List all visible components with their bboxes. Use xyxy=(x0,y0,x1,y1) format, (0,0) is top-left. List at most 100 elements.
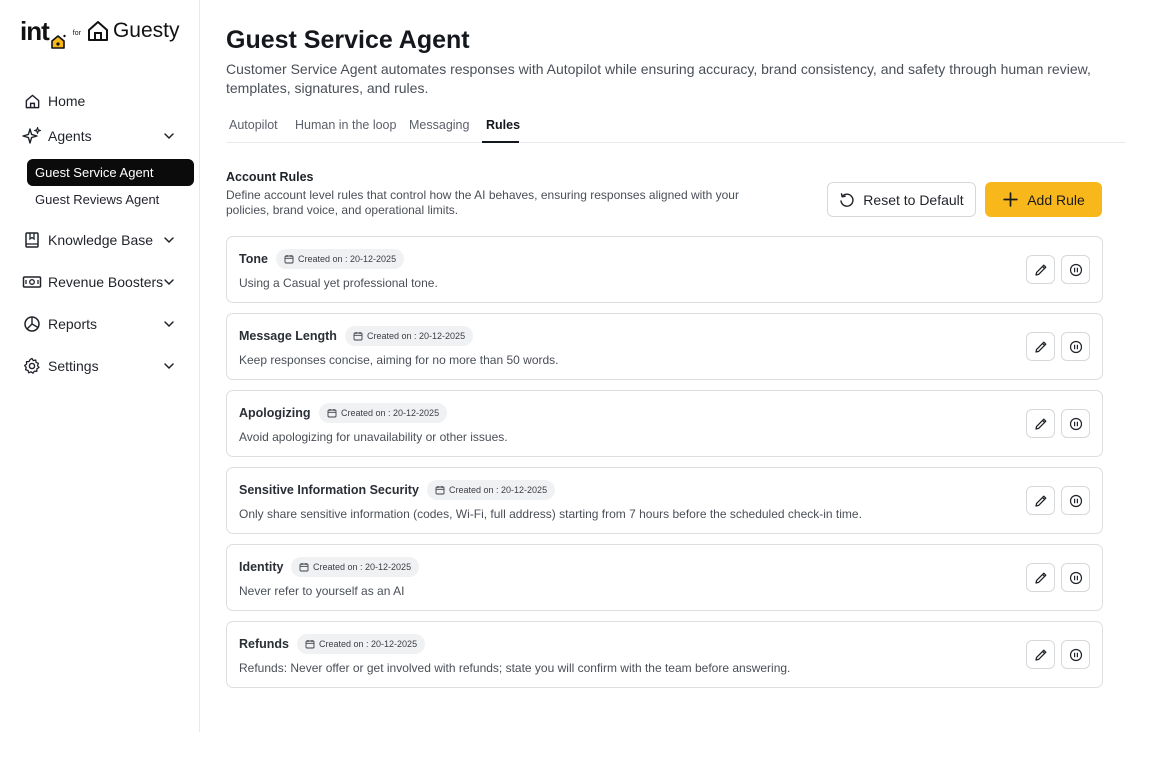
calendar-icon xyxy=(353,331,363,341)
account-rules-header: Account Rules Define account level rules… xyxy=(226,170,756,218)
pause-rule-button[interactable] xyxy=(1061,409,1090,438)
sidebar-item-agents[interactable]: Agents xyxy=(20,123,180,149)
reset-button-label: Reset to Default xyxy=(863,191,964,208)
tab-messaging[interactable]: Messaging xyxy=(409,118,469,132)
calendar-icon xyxy=(327,408,337,418)
tab-bar: Autopilot Human in the loop Messaging Ru… xyxy=(226,112,1126,143)
sidebar-subitem-guest-service-agent[interactable]: Guest Service Agent xyxy=(27,159,194,186)
plus-icon xyxy=(1003,192,1018,207)
rule-name: Refunds xyxy=(239,637,289,651)
pie-chart-icon xyxy=(22,314,42,334)
rule-text: Avoid apologizing for unavailability or … xyxy=(239,430,508,444)
sidebar-item-label: Agents xyxy=(48,128,92,144)
calendar-icon xyxy=(305,639,315,649)
section-description: Define account level rules that control … xyxy=(226,188,739,217)
chevron-down-icon[interactable] xyxy=(162,359,176,373)
rule-name: Tone xyxy=(239,252,268,266)
tab-autopilot[interactable]: Autopilot xyxy=(229,118,278,132)
page-title: Guest Service Agent xyxy=(226,26,470,54)
gear-icon xyxy=(22,356,42,376)
tab-human-in-the-loop[interactable]: Human in the loop xyxy=(295,118,396,132)
pause-rule-button[interactable] xyxy=(1061,255,1090,284)
rule-name: Identity xyxy=(239,560,284,574)
rule-text: Keep responses concise, aiming for no mo… xyxy=(239,353,559,367)
sidebar-item-home[interactable]: Home xyxy=(20,88,180,114)
pause-rule-button[interactable] xyxy=(1061,640,1090,669)
sidebar-item-label: Knowledge Base xyxy=(48,232,154,248)
pause-circle-icon xyxy=(1069,494,1082,507)
sidebar-item-reports[interactable]: Reports xyxy=(20,311,180,337)
created-badge: Created on : 20-12-2025 xyxy=(297,634,426,654)
pencil-icon xyxy=(1034,264,1046,276)
created-date: Created on : 20-12-2025 xyxy=(313,562,412,572)
rule-name: Message Length xyxy=(239,329,337,343)
pause-circle-icon xyxy=(1069,648,1082,661)
created-date: Created on : 20-12-2025 xyxy=(319,639,418,649)
chevron-down-icon[interactable] xyxy=(162,129,176,143)
page-description: Customer Service Agent automates respons… xyxy=(226,61,1091,96)
into-house-icon xyxy=(50,26,66,49)
rule-card: Message Length Created on : 20-12-2025 K… xyxy=(226,313,1103,380)
calendar-icon xyxy=(284,254,294,264)
edit-rule-button[interactable] xyxy=(1026,255,1055,284)
edit-rule-button[interactable] xyxy=(1026,332,1055,361)
chevron-down-icon[interactable] xyxy=(162,233,176,247)
rule-card: Tone Created on : 20-12-2025 Using a Cas… xyxy=(226,236,1103,303)
created-date: Created on : 20-12-2025 xyxy=(449,485,548,495)
sidebar: int for Guesty Home Agents Guest Service… xyxy=(0,0,200,732)
guesty-house-icon xyxy=(87,20,109,42)
into-logo: int xyxy=(20,16,68,49)
reset-to-default-button[interactable]: Reset to Default xyxy=(827,182,976,217)
add-rule-button-label: Add Rule xyxy=(1027,191,1085,208)
add-rule-button[interactable]: Add Rule xyxy=(985,182,1102,217)
money-icon xyxy=(22,272,42,292)
rule-text: Refunds: Never offer or get involved wit… xyxy=(239,661,791,675)
sidebar-subitem-guest-reviews-agent[interactable]: Guest Reviews Agent xyxy=(27,186,194,213)
chevron-down-icon[interactable] xyxy=(162,317,176,331)
active-tab-indicator xyxy=(482,141,519,143)
pencil-icon xyxy=(1034,572,1046,584)
sidebar-item-revenue-boosters[interactable]: Revenue Boosters xyxy=(20,269,180,295)
rule-text: Only share sensitive information (codes,… xyxy=(239,507,862,521)
chevron-down-icon[interactable] xyxy=(162,275,176,289)
pause-rule-button[interactable] xyxy=(1061,486,1090,515)
book-icon xyxy=(22,230,42,250)
guesty-logo-text: Guesty xyxy=(112,19,180,42)
pause-rule-button[interactable] xyxy=(1061,332,1090,361)
rule-card: Sensitive Information Security Created o… xyxy=(226,467,1103,534)
edit-rule-button[interactable] xyxy=(1026,409,1055,438)
sidebar-item-knowledge-base[interactable]: Knowledge Base xyxy=(20,227,180,253)
pause-circle-icon xyxy=(1069,571,1082,584)
calendar-icon xyxy=(299,562,309,572)
pause-circle-icon xyxy=(1069,340,1082,353)
rule-card: Apologizing Created on : 20-12-2025 Avoi… xyxy=(226,390,1103,457)
created-badge: Created on : 20-12-2025 xyxy=(427,480,556,500)
tab-rules[interactable]: Rules xyxy=(486,118,520,132)
created-date: Created on : 20-12-2025 xyxy=(367,331,466,341)
brand-logo[interactable]: int for Guesty xyxy=(20,16,180,49)
edit-rule-button[interactable] xyxy=(1026,486,1055,515)
pause-rule-button[interactable] xyxy=(1061,563,1090,592)
logo-for-text: for xyxy=(72,29,81,37)
reset-icon xyxy=(840,192,854,207)
edit-rule-button[interactable] xyxy=(1026,563,1055,592)
home-icon xyxy=(22,91,42,111)
rule-text: Using a Casual yet professional tone. xyxy=(239,276,438,290)
edit-rule-button[interactable] xyxy=(1026,640,1055,669)
sidebar-item-label: Home xyxy=(48,93,86,109)
pause-circle-icon xyxy=(1069,417,1082,430)
rule-text: Never refer to yourself as an AI xyxy=(239,584,405,598)
pause-circle-icon xyxy=(1069,263,1082,276)
created-badge: Created on : 20-12-2025 xyxy=(345,326,474,346)
created-badge: Created on : 20-12-2025 xyxy=(291,557,420,577)
sidebar-item-label: Settings xyxy=(48,358,99,374)
sparkle-icon xyxy=(22,126,42,146)
section-title: Account Rules xyxy=(226,170,314,184)
sidebar-item-label: Reports xyxy=(48,316,98,332)
pencil-icon xyxy=(1034,649,1046,661)
rule-card: Refunds Created on : 20-12-2025 Refunds:… xyxy=(226,621,1103,688)
sidebar-item-settings[interactable]: Settings xyxy=(20,353,180,379)
rule-name: Apologizing xyxy=(239,406,311,420)
sidebar-item-label: Revenue Boosters xyxy=(48,274,164,290)
created-date: Created on : 20-12-2025 xyxy=(298,254,397,264)
